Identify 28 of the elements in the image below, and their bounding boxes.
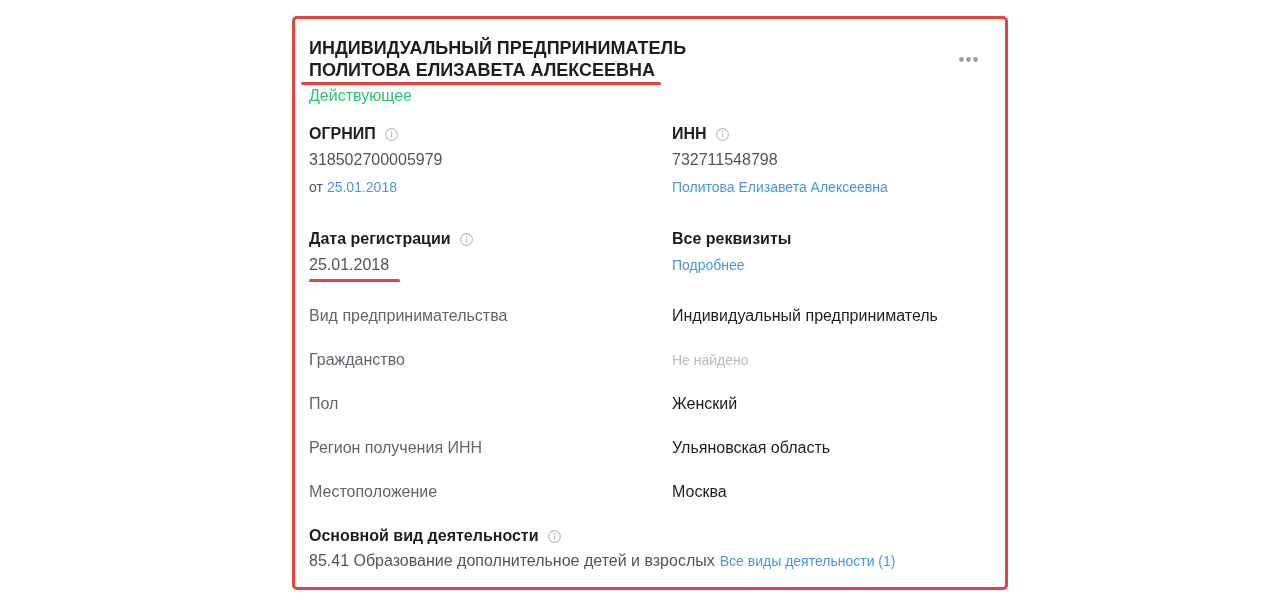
field-label: Дата регистрации: [309, 229, 451, 249]
detail-label: Пол: [309, 394, 339, 414]
detail-label: Местоположение: [309, 482, 438, 502]
detail-value: Женский: [672, 394, 738, 414]
field-label: ОГРНИП: [309, 124, 376, 144]
more-icon: [958, 56, 978, 62]
field-value: 732711548798: [672, 150, 778, 170]
detail-value: Ульяновская область: [672, 438, 831, 458]
field-label: ИНН: [672, 124, 707, 144]
entity-type-heading: ИНДИВИДУАЛЬНЫЙ ПРЕДПРИНИМАТЕЛЬ: [309, 37, 687, 59]
field-label: Все реквизиты: [672, 229, 792, 249]
note-link[interactable]: Политова Елизавета Алексеевна: [672, 177, 888, 197]
note-prefix: от: [309, 178, 323, 197]
detail-label: Вид предпринимательства: [309, 306, 508, 326]
detail-value: Индивидуальный предприниматель: [672, 306, 938, 326]
note-link[interactable]: 25.01.2018: [326, 177, 397, 197]
owner-name-heading: ПОЛИТОВА ЕЛИЗАВЕТА АЛЕКСЕЕВНА: [309, 59, 656, 81]
detail-label: Гражданство: [309, 350, 405, 370]
detail-label: Регион получения ИНН: [309, 438, 483, 458]
activity-text: 85.41 Образование дополнительное детей и взрослых: [309, 551, 715, 571]
status-text: Действующее: [309, 86, 412, 106]
field-value: 318502700005979: [309, 150, 443, 170]
field-value: 25.01.2018: [309, 255, 390, 275]
detail-value: Не найдено: [672, 351, 749, 370]
all-activities-link[interactable]: Все виды деятельности (1): [719, 550, 896, 572]
detail-value: Москва: [672, 482, 727, 502]
activity-label: Основной вид деятельности: [309, 526, 539, 546]
details-link[interactable]: Подробнее: [672, 254, 745, 276]
